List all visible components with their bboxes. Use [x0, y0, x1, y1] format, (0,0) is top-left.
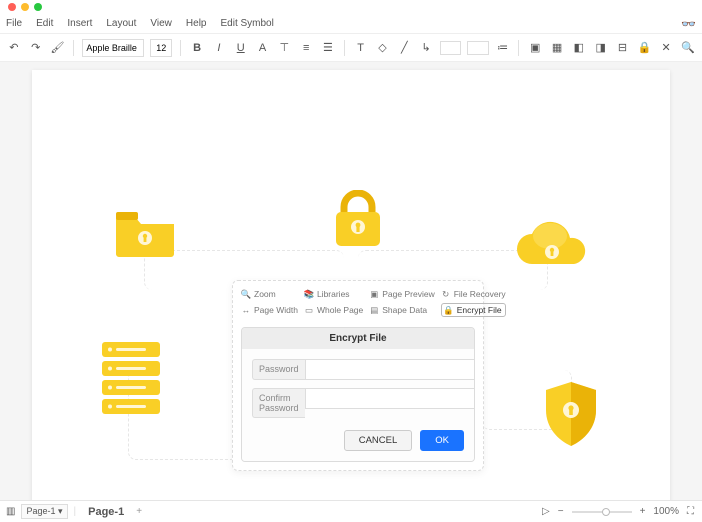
connector-icon[interactable]: ↳ — [418, 39, 434, 57]
ok-button[interactable]: OK — [420, 430, 464, 451]
encrypt-file-dialog: Encrypt File Password Confirm Password C… — [241, 327, 475, 462]
presentation-icon[interactable]: ▷ — [542, 506, 550, 517]
fullscreen-icon[interactable]: ⛶ — [687, 506, 694, 517]
menu-file[interactable]: File — [6, 18, 22, 29]
fill-icon[interactable]: ◇ — [375, 39, 391, 57]
zoom-icon: 🔍 — [241, 289, 251, 299]
align-icon[interactable]: ≡ — [298, 39, 314, 57]
line-color-swatch[interactable] — [467, 41, 488, 55]
confirm-password-input[interactable] — [305, 388, 475, 409]
zoom-label: 100% — [653, 506, 679, 517]
settings-icon[interactable]: ✕ — [658, 39, 674, 57]
whole-page-icon: ▭ — [304, 305, 314, 315]
zoom-slider[interactable] — [572, 511, 632, 513]
fill-color-swatch[interactable] — [440, 41, 461, 55]
cancel-button[interactable]: CANCEL — [344, 430, 413, 451]
bring-front-icon[interactable]: ◧ — [571, 39, 587, 57]
server-icon — [100, 340, 162, 418]
traffic-lights — [8, 3, 42, 11]
dialog-title: Encrypt File — [242, 328, 474, 349]
toolbar: ↶ ↷ 🖌 B I U A ⊤ ≡ ☰ T ◇ ╱ ↳ ≔ ▣ ▦ ◧ ◨ ⊟ … — [0, 34, 702, 62]
text-size-icon[interactable]: ⊤ — [276, 39, 292, 57]
panel-zoom[interactable]: 🔍Zoom — [241, 289, 298, 299]
pages-panel-icon[interactable]: ▥ — [6, 506, 15, 517]
panel-libraries[interactable]: 📚Libraries — [304, 289, 363, 299]
italic-icon[interactable]: I — [211, 39, 227, 57]
undo-icon[interactable]: ↶ — [6, 39, 22, 57]
panel-encrypt-file[interactable]: 🔒Encrypt File — [441, 303, 506, 317]
list-icon[interactable]: ☰ — [320, 39, 336, 57]
statusbar: ▥ Page-1 ▾ | Page-1 + ▷ − + 100% ⛶ — [0, 500, 702, 522]
menu-view[interactable]: View — [150, 18, 172, 29]
panel-page-width[interactable]: ↔Page Width — [241, 303, 298, 317]
menu-layout[interactable]: Layout — [106, 18, 136, 29]
file-recovery-icon: ↻ — [441, 289, 451, 299]
encrypt-icon: 🔒 — [444, 305, 454, 315]
zoom-in-button[interactable]: + — [640, 506, 646, 517]
insert-image-icon[interactable]: ▣ — [527, 39, 543, 57]
group-icon[interactable]: ⊟ — [615, 39, 631, 57]
bold-icon[interactable]: B — [189, 39, 205, 57]
password-label: Password — [252, 359, 305, 380]
font-size-select[interactable] — [150, 39, 172, 57]
lock-icon — [332, 190, 384, 250]
search-icon[interactable]: 🔍 — [680, 39, 696, 57]
lock-tool-icon[interactable]: 🔒 — [636, 39, 652, 57]
view-options-panel: 🔍Zoom 📚Libraries ▣Page Preview ↻File Rec… — [232, 280, 484, 471]
zoom-out-button[interactable]: − — [558, 506, 564, 517]
minimize-window-icon[interactable] — [21, 3, 29, 11]
page-width-icon: ↔ — [241, 305, 251, 315]
insert-table-icon[interactable]: ▦ — [549, 39, 565, 57]
folder-icon — [114, 210, 176, 258]
menu-help[interactable]: Help — [186, 18, 207, 29]
menu-edit[interactable]: Edit — [36, 18, 53, 29]
font-select[interactable] — [82, 39, 144, 57]
shape-data-icon: ▤ — [369, 305, 379, 315]
confirm-password-label: Confirm Password — [252, 388, 305, 418]
canvas-area: 🔍Zoom 📚Libraries ▣Page Preview ↻File Rec… — [0, 62, 702, 500]
send-back-icon[interactable]: ◨ — [593, 39, 609, 57]
maximize-window-icon[interactable] — [34, 3, 42, 11]
panel-whole-page[interactable]: ▭Whole Page — [304, 303, 363, 317]
page-preview-icon: ▣ — [369, 289, 379, 299]
window-titlebar — [0, 0, 702, 14]
menubar: File Edit Insert Layout View Help Edit S… — [0, 14, 702, 34]
underline-icon[interactable]: U — [233, 39, 249, 57]
add-page-button[interactable]: + — [136, 506, 142, 517]
password-input[interactable] — [305, 359, 475, 380]
line-icon[interactable]: ╱ — [396, 39, 412, 57]
page-canvas[interactable]: 🔍Zoom 📚Libraries ▣Page Preview ↻File Rec… — [32, 70, 670, 500]
format-painter-icon[interactable]: 🖌 — [50, 39, 66, 57]
panel-page-preview[interactable]: ▣Page Preview — [369, 289, 434, 299]
font-color-icon[interactable]: A — [255, 39, 271, 57]
panel-shape-data[interactable]: ▤Shape Data — [369, 303, 434, 317]
menu-insert[interactable]: Insert — [67, 18, 92, 29]
menu-edit-symbol[interactable]: Edit Symbol — [220, 18, 273, 29]
line-style-icon[interactable]: ≔ — [495, 39, 511, 57]
text-tool-icon[interactable]: T — [353, 39, 369, 57]
shield-icon — [542, 380, 600, 448]
libraries-icon: 📚 — [304, 289, 314, 299]
page-tab[interactable]: Page-1 — [82, 506, 130, 518]
cloud-icon — [512, 220, 590, 272]
glasses-icon[interactable]: 👓 — [681, 17, 696, 31]
redo-icon[interactable]: ↷ — [28, 39, 44, 57]
close-window-icon[interactable] — [8, 3, 16, 11]
panel-file-recovery[interactable]: ↻File Recovery — [441, 289, 506, 299]
page-select-dropdown[interactable]: Page-1 ▾ — [21, 504, 67, 519]
